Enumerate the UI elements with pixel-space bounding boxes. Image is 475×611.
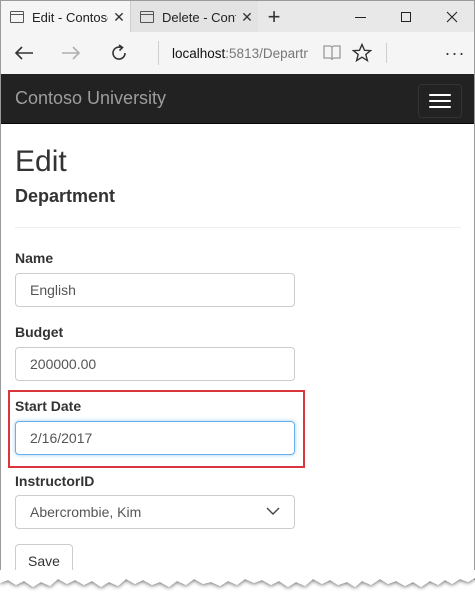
- maximize-button[interactable]: [383, 1, 429, 33]
- tab-edit[interactable]: Edit - Contoso ✕: [1, 1, 130, 33]
- tab-title: Delete - Contoso: [162, 9, 236, 25]
- close-icon: [446, 11, 458, 23]
- minimize-icon: [354, 16, 366, 18]
- divider: [15, 227, 461, 228]
- page-subtitle: Department: [15, 186, 116, 206]
- reading-view-button[interactable]: [319, 40, 345, 66]
- start-date-field[interactable]: 2/16/2017: [15, 421, 295, 455]
- maximize-icon: [401, 12, 411, 22]
- url-field[interactable]: localhost:5813/Departm: [158, 41, 308, 65]
- instructor-selected-value: Abercrombie, Kim: [30, 504, 142, 520]
- page-title: Edit: [15, 145, 67, 178]
- address-bar: localhost:5813/Departm ···: [0, 32, 475, 74]
- close-icon[interactable]: ✕: [108, 9, 130, 26]
- arrow-left-icon: [14, 46, 33, 60]
- window-close-button[interactable]: [429, 1, 475, 33]
- url-path: :5813/Departm: [225, 45, 308, 61]
- budget-field[interactable]: 200000.00: [15, 347, 295, 381]
- star-icon: [352, 43, 372, 63]
- menu-toggle-button[interactable]: [418, 84, 462, 118]
- arrow-right-icon: [62, 46, 81, 60]
- name-label: Name: [15, 250, 54, 266]
- close-icon[interactable]: ✕: [236, 9, 258, 26]
- url-host: localhost: [172, 45, 226, 61]
- torn-edge: [0, 570, 475, 587]
- new-tab-button[interactable]: +: [259, 1, 289, 33]
- instructor-label: InstructorID: [15, 473, 95, 489]
- forward-button[interactable]: [58, 40, 84, 66]
- instructor-select[interactable]: Abercrombie, Kim: [15, 495, 295, 529]
- tab-title: Edit - Contoso: [32, 9, 108, 25]
- refresh-icon: [112, 44, 126, 60]
- app-navbar: Contoso University: [0, 74, 475, 124]
- hamburger-icon-bar: [429, 106, 451, 108]
- favorite-button[interactable]: [349, 40, 375, 66]
- toolbar-divider: [386, 43, 387, 63]
- chevron-down-icon: [266, 507, 280, 515]
- book-icon: [323, 45, 341, 61]
- hamburger-icon-bar: [429, 100, 451, 102]
- tab-delete[interactable]: Delete - Contoso ✕: [130, 1, 258, 33]
- more-button[interactable]: ···: [442, 40, 468, 66]
- browser-tab-strip: Edit - Contoso ✕ Delete - Contoso ✕ +: [0, 0, 475, 33]
- start-date-label: Start Date: [15, 398, 82, 414]
- back-button[interactable]: [11, 40, 37, 66]
- budget-label: Budget: [15, 324, 64, 340]
- hamburger-icon: [429, 94, 451, 96]
- refresh-button[interactable]: [106, 40, 132, 66]
- page-icon: [140, 11, 154, 23]
- minimize-button[interactable]: [337, 1, 383, 33]
- brand-link[interactable]: Contoso University: [15, 88, 166, 109]
- name-field[interactable]: English: [15, 273, 295, 307]
- window-frame-left: [0, 0, 1, 580]
- page-icon: [10, 11, 24, 23]
